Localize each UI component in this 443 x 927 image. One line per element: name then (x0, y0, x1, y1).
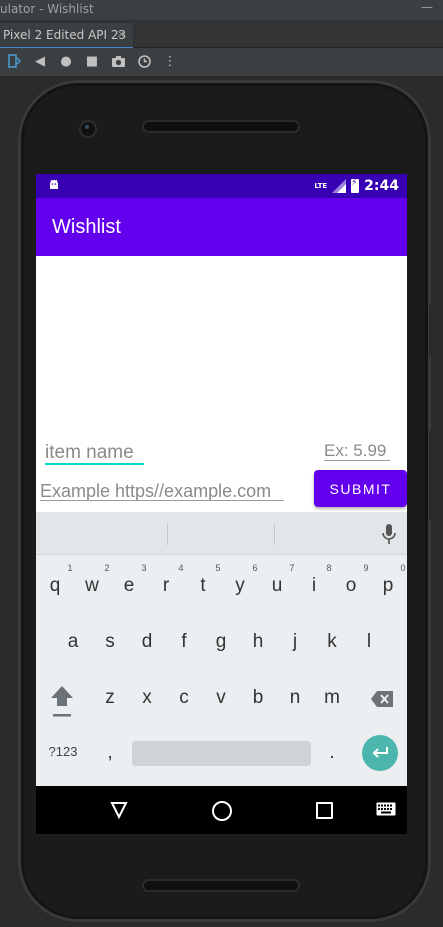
soft-keyboard: q 1w 2e 3r 4t 5y 6u 7i 8o 9p 0 asdfghjkl zxcvbnm ?… (36, 512, 407, 786)
overview-icon[interactable]: ■ (84, 53, 100, 69)
app-bar: Wishlist (36, 198, 407, 256)
power-button (429, 305, 432, 355)
key-b[interactable]: b (243, 687, 273, 709)
tab-close-icon[interactable]: × (116, 27, 126, 41)
device-screen: LTE 2:44 Wishlist item name Ex: 5.99 Exa… (36, 174, 407, 834)
key-g[interactable]: g (206, 631, 236, 653)
key-d[interactable]: d (132, 631, 162, 653)
more-icon[interactable]: ⋮ (162, 53, 178, 69)
key-e[interactable]: e (114, 575, 144, 597)
key-v[interactable]: v (206, 687, 236, 709)
key-hint: 1 (67, 563, 73, 573)
rotate-device-icon[interactable] (6, 53, 22, 69)
key-w[interactable]: w (77, 575, 107, 597)
suggestion-divider (167, 523, 168, 545)
microphone-icon[interactable] (381, 523, 397, 545)
item-name-underline (45, 463, 144, 465)
minimize-icon[interactable]: — (421, 0, 433, 14)
key-k[interactable]: k (317, 631, 347, 653)
key-r[interactable]: r (151, 575, 181, 597)
tab-bar: Pixel 2 Edited API 23 × (0, 20, 443, 49)
battery-charging-icon (351, 178, 360, 193)
backspace-icon[interactable] (370, 690, 394, 708)
key-o[interactable]: o (336, 575, 366, 597)
key-i[interactable]: i (299, 575, 329, 597)
nav-home-icon[interactable] (212, 801, 232, 821)
android-debug-icon (48, 179, 60, 191)
key-hint: 2 (104, 563, 110, 573)
key-hint: 9 (363, 563, 369, 573)
lte-label: LTE (314, 182, 328, 190)
key-hint: 0 (400, 563, 406, 573)
front-camera (81, 122, 95, 136)
key-c[interactable]: c (169, 687, 199, 709)
key-a[interactable]: a (58, 631, 88, 653)
window-titlebar: ulator - Wishlist — (0, 0, 443, 20)
shift-icon[interactable] (50, 684, 74, 718)
key-j[interactable]: j (280, 631, 310, 653)
nav-back-icon[interactable] (109, 800, 129, 820)
key-y[interactable]: y (225, 575, 255, 597)
wishlist-list (36, 256, 407, 436)
navigation-bar (36, 786, 407, 834)
camera-icon[interactable] (110, 53, 126, 69)
key-hint: 8 (326, 563, 332, 573)
window-title: ulator - Wishlist (0, 2, 94, 16)
volume-button (429, 430, 432, 520)
snapshot-icon[interactable] (136, 53, 152, 69)
key-u[interactable]: u (262, 575, 292, 597)
app-title: Wishlist (52, 216, 121, 238)
space-key[interactable] (132, 741, 311, 766)
key-x[interactable]: x (132, 687, 162, 709)
signal-icon (332, 179, 347, 193)
back-icon[interactable]: ◀ (32, 53, 48, 69)
comma-key[interactable]: , (95, 742, 125, 764)
suggestion-strip (36, 512, 407, 555)
bottom-speaker (144, 881, 298, 890)
key-z[interactable]: z (95, 687, 125, 709)
price-underline (324, 460, 390, 461)
key-hint: 5 (215, 563, 221, 573)
suggestion-divider (274, 523, 275, 545)
key-hint: 6 (252, 563, 258, 573)
status-bar: LTE 2:44 (36, 174, 407, 198)
enter-key[interactable] (362, 735, 398, 771)
status-time: 2:44 (364, 178, 399, 194)
key-p[interactable]: p (373, 575, 403, 597)
top-speaker (144, 122, 298, 131)
submit-button[interactable]: SUBMIT (314, 470, 407, 507)
keyboard-switch-icon[interactable] (376, 802, 396, 816)
enter-icon (372, 747, 388, 758)
item-name-input[interactable]: item name (45, 442, 134, 464)
key-l[interactable]: l (354, 631, 384, 653)
key-hint: 4 (178, 563, 184, 573)
key-m[interactable]: m (317, 687, 347, 709)
tab-label: Pixel 2 Edited API 23 (3, 28, 127, 42)
key-f[interactable]: f (169, 631, 199, 653)
nav-recents-icon[interactable] (316, 802, 333, 819)
url-input[interactable]: Example https//example.com (40, 481, 271, 502)
emulator-toolbar: ◀ ● ■ ⋮ (0, 48, 443, 77)
symbols-key[interactable]: ?123 (45, 744, 81, 759)
key-hint: 7 (289, 563, 295, 573)
key-s[interactable]: s (95, 631, 125, 653)
tab-emulator[interactable]: Pixel 2 Edited API 23 × (0, 23, 133, 49)
key-t[interactable]: t (188, 575, 218, 597)
period-key[interactable]: . (317, 742, 347, 764)
price-input[interactable]: Ex: 5.99 (324, 441, 386, 461)
key-n[interactable]: n (280, 687, 310, 709)
home-icon[interactable]: ● (58, 53, 74, 69)
key-hint: 3 (141, 563, 147, 573)
key-q[interactable]: q (40, 575, 70, 597)
key-h[interactable]: h (243, 631, 273, 653)
status-icons: LTE 2:44 (314, 178, 399, 194)
url-underline (40, 500, 284, 501)
